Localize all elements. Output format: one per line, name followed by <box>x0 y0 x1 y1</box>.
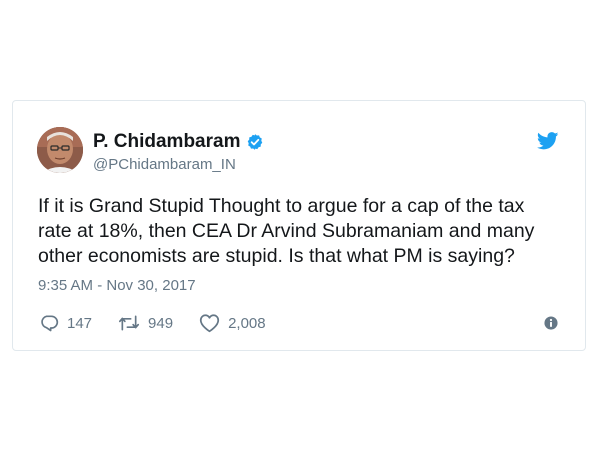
retweet-button[interactable]: 949 <box>118 313 173 333</box>
avatar[interactable] <box>37 127 83 173</box>
tweet-timestamp[interactable]: 9:35 AM - Nov 30, 2017 <box>38 277 196 295</box>
reply-icon <box>41 315 59 332</box>
twitter-bird-icon[interactable] <box>537 132 559 150</box>
author-name[interactable]: P. Chidambaram <box>93 131 240 153</box>
tweet-text: If it is Grand Stupid Thought to argue f… <box>38 195 535 267</box>
reply-button[interactable]: 147 <box>39 313 92 333</box>
verified-badge-icon <box>248 134 263 150</box>
retweet-icon <box>119 315 140 331</box>
tweet-card: P. Chidambaram @PChidambaram_IN If it is… <box>12 100 586 351</box>
avatar-image <box>37 127 83 173</box>
like-count: 2,008 <box>228 314 266 332</box>
info-icon[interactable] <box>544 316 558 330</box>
heart-icon <box>199 314 220 333</box>
author-handle[interactable]: @PChidambaram_IN <box>93 156 236 174</box>
reply-count: 147 <box>67 314 93 332</box>
tweet-actions: 147 949 2,008 <box>39 313 292 333</box>
author-name-row[interactable]: P. Chidambaram <box>93 131 264 153</box>
retweet-count: 949 <box>148 314 174 332</box>
like-button[interactable]: 2,008 <box>199 313 266 333</box>
